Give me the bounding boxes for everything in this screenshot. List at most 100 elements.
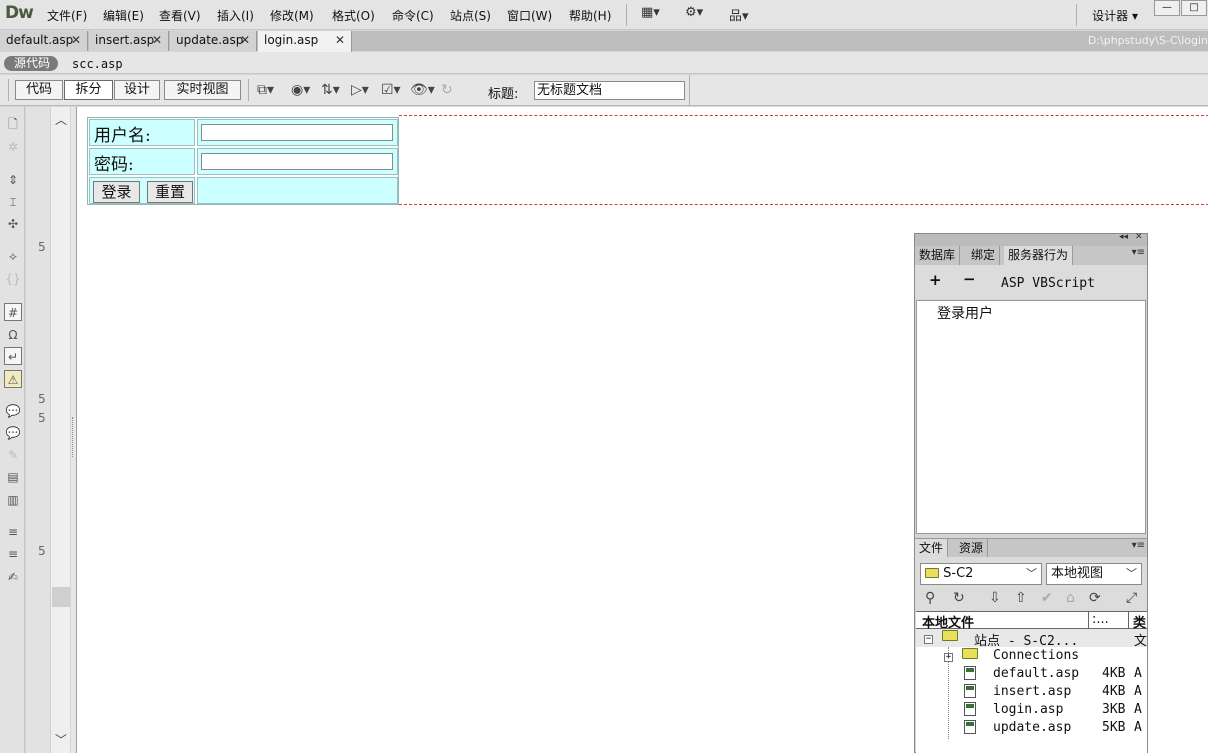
tab-default-asp[interactable]: default.asp ✕ xyxy=(0,31,88,51)
site-structure-icon[interactable]: 品▾ xyxy=(729,5,749,24)
layout-icon[interactable]: ▦▾ xyxy=(641,5,660,20)
wrap-tag-icon[interactable]: ✎ xyxy=(4,446,22,464)
outdent-code-icon[interactable]: ≡ xyxy=(4,545,22,563)
collapse-full-tag-icon[interactable]: ⇕ xyxy=(4,171,22,189)
check-browser-icon[interactable]: ☑▾ xyxy=(381,82,401,98)
expand-icon[interactable]: + xyxy=(944,648,953,663)
expand-all-icon[interactable]: ✣ xyxy=(4,215,22,233)
tab-insert-asp[interactable]: insert.asp ✕ xyxy=(89,31,169,51)
expand-panel-icon[interactable]: ⤢ xyxy=(1126,590,1137,606)
scroll-up-icon[interactable]: ︿ xyxy=(55,111,67,128)
menu-window[interactable]: 窗口(W) xyxy=(507,7,552,24)
scroll-down-icon[interactable]: ﹀ xyxy=(55,731,67,748)
design-view-button[interactable]: 设计 xyxy=(114,80,160,100)
close-icon[interactable]: ✕ xyxy=(240,31,250,50)
synchronize-icon[interactable]: ⟳ xyxy=(1089,590,1101,606)
panel-menu-icon[interactable]: ▾≡ xyxy=(1132,540,1145,551)
view-select[interactable]: 本地视图 ﹀ xyxy=(1046,563,1142,585)
code-scrollbar[interactable]: ︿ ﹀ xyxy=(50,107,70,753)
select-parent-tag-icon[interactable]: ⟡ xyxy=(4,247,22,265)
balance-braces-icon[interactable]: {} xyxy=(4,270,22,288)
open-documents-icon[interactable]: 🗋 xyxy=(4,115,22,133)
workspace-switcher[interactable]: 设计器 ▾ xyxy=(1092,7,1138,24)
collapse-icon[interactable]: − xyxy=(924,630,933,645)
menu-site[interactable]: 站点(S) xyxy=(450,7,491,24)
tab-server-behaviors[interactable]: 服务器行为 xyxy=(1004,246,1074,265)
live-view-button[interactable]: 实时视图 xyxy=(164,80,241,100)
word-wrap-icon[interactable]: ↵ xyxy=(4,347,22,365)
split-view-button[interactable]: 拆分 xyxy=(64,80,113,100)
get-files-icon[interactable]: ⇩ xyxy=(989,590,1001,606)
reset-button[interactable]: 重置 xyxy=(147,181,193,203)
close-icon[interactable]: ✕ xyxy=(152,31,162,50)
move-css-icon[interactable]: ▥ xyxy=(4,491,22,509)
source-code-button[interactable]: 源代码 xyxy=(4,56,59,71)
check-out-icon[interactable]: ✔ xyxy=(1041,590,1053,606)
connect-icon[interactable]: ⚲ xyxy=(925,590,935,606)
column-type[interactable]: 类 xyxy=(1128,612,1146,631)
menu-commands[interactable]: 命令(C) xyxy=(392,7,434,24)
tab-assets[interactable]: 资源 xyxy=(955,539,989,558)
scroll-thumb[interactable] xyxy=(52,587,70,607)
close-icon[interactable]: ✕ xyxy=(71,31,81,50)
format-source-code-icon[interactable]: ✍ xyxy=(4,568,22,586)
indent-code-icon[interactable]: ≡ xyxy=(4,523,22,541)
minimize-button[interactable]: — xyxy=(1154,0,1180,16)
add-behavior-button[interactable]: + xyxy=(929,271,942,289)
table-row[interactable]: insert.asp 4KB A xyxy=(916,683,1147,701)
gear-icon[interactable]: ⚙▾ xyxy=(685,5,703,20)
panel-title-bar[interactable]: ◂◂ ✕ xyxy=(915,232,1147,246)
maximize-button[interactable]: □ xyxy=(1181,0,1207,16)
menu-format[interactable]: 格式(O) xyxy=(332,7,375,24)
w3c-validation-icon[interactable]: ▷▾ xyxy=(351,82,369,98)
collapse-selection-icon[interactable]: ⌶ xyxy=(4,193,22,211)
site-select[interactable]: S-C2 ﹀ xyxy=(920,563,1042,585)
table-row[interactable]: + Connections xyxy=(916,647,1147,665)
apply-comment-icon[interactable]: 💬 xyxy=(4,402,22,420)
related-file-link[interactable]: scc.asp xyxy=(72,57,123,71)
menu-file[interactable]: 文件(F) xyxy=(47,7,87,24)
login-button[interactable]: 登录 xyxy=(93,181,140,203)
username-input[interactable] xyxy=(201,124,393,141)
table-row[interactable]: login.asp 3KB A xyxy=(916,701,1147,719)
recent-snippets-icon[interactable]: ▤ xyxy=(4,468,22,486)
preview-browser-icon[interactable]: ◉▾ xyxy=(291,82,310,98)
remove-behavior-button[interactable]: − xyxy=(963,270,976,288)
tab-update-asp[interactable]: update.asp ✕ xyxy=(170,31,257,51)
password-input[interactable] xyxy=(201,153,393,170)
close-panel-icon[interactable]: ✕ xyxy=(1135,232,1143,242)
column-size[interactable]: :... xyxy=(1088,612,1128,628)
put-files-icon[interactable]: ⇧ xyxy=(1015,590,1027,606)
menu-edit[interactable]: 编辑(E) xyxy=(103,7,144,24)
title-input[interactable]: 无标题文档 xyxy=(534,81,685,100)
tab-login-asp[interactable]: login.asp ✕ xyxy=(258,31,352,52)
collapse-panel-icon[interactable]: ◂◂ xyxy=(1119,232,1128,242)
refresh-icon[interactable]: ↻ xyxy=(441,82,453,98)
refresh-icon[interactable]: ↻ xyxy=(953,590,965,606)
show-code-navigator-icon[interactable]: ✲ xyxy=(4,138,22,156)
remove-comment-icon[interactable]: 💬 xyxy=(4,424,22,442)
tree-root-row[interactable]: − 站点 - S-C2... 文 xyxy=(916,629,1147,649)
code-view-button[interactable]: 代码 xyxy=(15,80,63,100)
multiscreen-icon[interactable]: ⧉▾ xyxy=(257,82,274,98)
menu-insert[interactable]: 插入(I) xyxy=(217,7,254,24)
tab-databases[interactable]: 数据库 xyxy=(915,246,961,265)
line-numbers-icon[interactable]: # xyxy=(4,303,22,321)
table-row[interactable]: update.asp 5KB A xyxy=(916,719,1147,737)
visual-aids-icon[interactable]: 👁▾ xyxy=(410,82,435,98)
tab-files[interactable]: 文件 xyxy=(915,539,949,558)
menu-help[interactable]: 帮助(H) xyxy=(569,7,611,24)
panel-menu-icon[interactable]: ▾≡ xyxy=(1132,247,1145,258)
tab-bindings[interactable]: 绑定 xyxy=(967,246,1001,265)
document-tabs: default.asp ✕ insert.asp ✕ update.asp ✕ log… xyxy=(0,31,1208,52)
check-in-icon[interactable]: ⌂ xyxy=(1066,590,1075,606)
file-management-icon[interactable]: ⇅▾ xyxy=(321,82,340,98)
menu-modify[interactable]: 修改(M) xyxy=(270,7,314,24)
menu-view[interactable]: 查看(V) xyxy=(159,7,201,24)
list-item[interactable]: 登录用户 xyxy=(937,303,993,323)
syntax-error-alerts-icon[interactable]: ⚠ xyxy=(4,370,22,388)
splitter-grip[interactable] xyxy=(72,417,74,457)
highlight-invalid-code-icon[interactable]: Ω xyxy=(4,326,22,344)
table-row[interactable]: default.asp 4KB A xyxy=(916,665,1147,683)
close-icon[interactable]: ✕ xyxy=(335,31,345,50)
